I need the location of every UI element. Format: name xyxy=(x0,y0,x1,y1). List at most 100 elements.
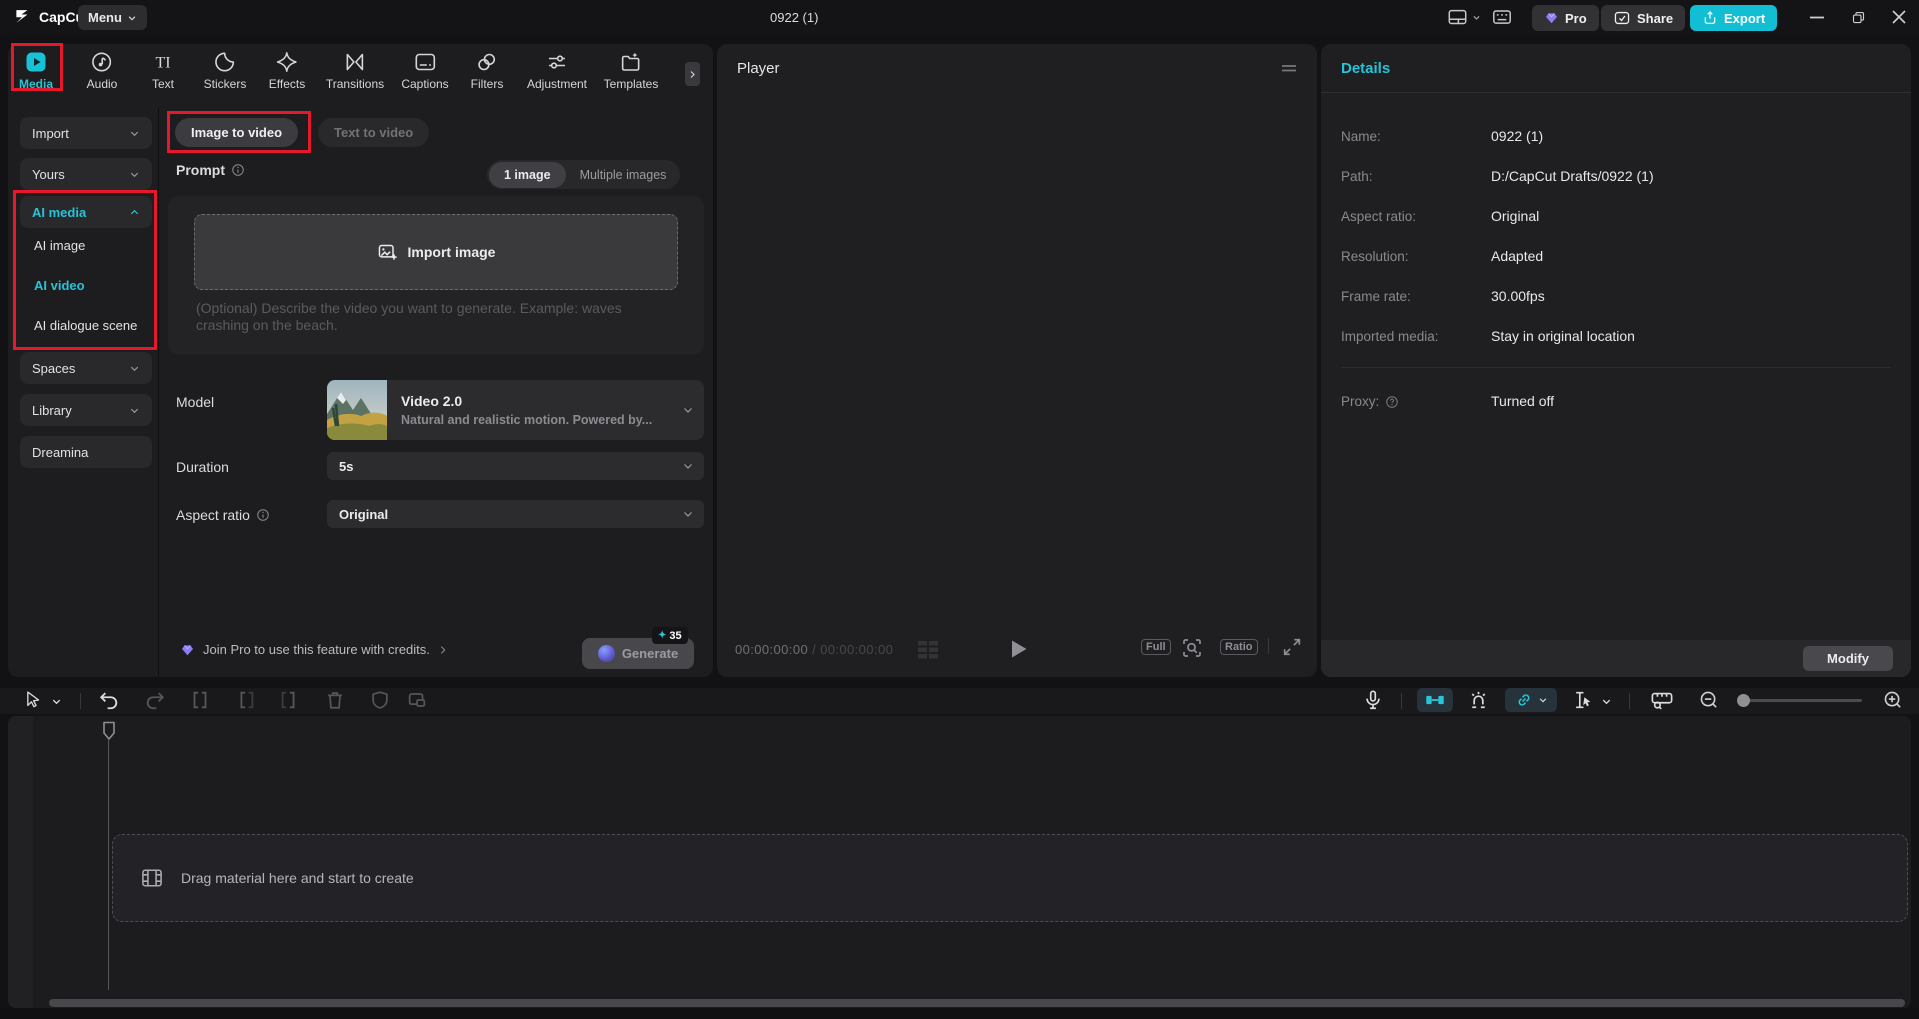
delete-icon[interactable] xyxy=(324,689,346,711)
info-icon xyxy=(231,163,245,177)
chevron-down-icon xyxy=(682,508,694,520)
model-thumbnail xyxy=(327,380,387,440)
effects-icon xyxy=(275,50,299,74)
export-icon xyxy=(1702,10,1718,26)
timeline-horizontal-scrollbar[interactable] xyxy=(49,999,1905,1007)
duration-select[interactable]: 5s xyxy=(327,452,704,480)
model-description: Natural and realistic motion. Powered by… xyxy=(401,413,666,427)
pro-badge[interactable]: Pro xyxy=(1532,5,1599,31)
aspect-ratio-select[interactable]: Original xyxy=(327,500,704,528)
magnetic-snap-toggle[interactable] xyxy=(1417,688,1453,712)
undo-icon[interactable] xyxy=(98,689,120,711)
ratio-toggle[interactable]: Ratio xyxy=(1220,639,1258,655)
split-icon[interactable] xyxy=(189,689,211,711)
sidebar-item-dreamina[interactable]: Dreamina xyxy=(20,436,152,468)
tab-stickers[interactable]: Stickers xyxy=(204,50,247,91)
tab-adjustment[interactable]: Adjustment xyxy=(527,50,587,91)
overlay-icon[interactable] xyxy=(406,689,428,711)
zoom-out-icon[interactable] xyxy=(1698,689,1720,711)
auto-snap-icon[interactable] xyxy=(1467,689,1490,712)
highlight-box-media-tab xyxy=(11,43,63,91)
svg-text:TI: TI xyxy=(155,55,170,72)
trim-right-icon[interactable] xyxy=(278,689,300,711)
credits-badge: ✦ 35 xyxy=(652,627,688,644)
cursor-track-icon[interactable] xyxy=(1572,689,1594,711)
close-button[interactable] xyxy=(1892,10,1906,24)
full-screen-toggle[interactable]: Full xyxy=(1141,639,1171,655)
sidebar-divider xyxy=(158,108,159,676)
zoom-preview-icon[interactable] xyxy=(1180,636,1204,660)
sidebar-item-library[interactable]: Library xyxy=(20,394,152,426)
mask-icon[interactable] xyxy=(369,689,391,711)
menu-button[interactable]: Menu xyxy=(78,5,147,30)
export-button[interactable]: Export xyxy=(1690,5,1777,31)
chevron-right-icon xyxy=(688,70,697,79)
timeline-zoom-slider-handle[interactable] xyxy=(1737,694,1750,707)
model-name: Video 2.0 xyxy=(401,393,666,409)
import-image-dropzone[interactable]: Import image xyxy=(194,214,678,290)
tab-text[interactable]: TI Text xyxy=(151,50,175,91)
tab-captions[interactable]: Captions xyxy=(401,50,448,91)
segment-one-image[interactable]: 1 image xyxy=(489,162,566,188)
filters-icon xyxy=(475,50,499,74)
text-to-video-tab[interactable]: Text to video xyxy=(318,118,429,147)
timeline-area[interactable]: Drag material here and start to create xyxy=(8,716,1911,1008)
details-header-divider xyxy=(1321,92,1911,93)
toolbar-divider xyxy=(1629,693,1630,709)
tab-effects[interactable]: Effects xyxy=(269,50,305,91)
help-icon[interactable] xyxy=(1385,395,1399,409)
duration-label: Duration xyxy=(176,459,229,475)
record-voiceover-icon[interactable] xyxy=(1362,689,1384,711)
chevron-down-icon xyxy=(682,404,694,416)
layout-icon[interactable] xyxy=(1447,8,1468,27)
timeline-zoom-slider[interactable] xyxy=(1740,699,1862,702)
sidebar-item-yours[interactable]: Yours xyxy=(20,158,152,190)
chevron-down-icon xyxy=(129,169,140,180)
templates-icon xyxy=(619,50,643,74)
segment-multiple-images[interactable]: Multiple images xyxy=(566,168,681,182)
cursor-track-chevron-icon[interactable] xyxy=(1601,696,1612,707)
share-button[interactable]: Share xyxy=(1601,5,1685,31)
timeline-toolbar xyxy=(0,688,1919,714)
sidebar-item-spaces[interactable]: Spaces xyxy=(20,352,152,384)
select-tool-icon[interactable] xyxy=(22,689,42,711)
select-tool-chevron-icon[interactable] xyxy=(51,696,62,707)
prompt-placeholder[interactable]: (Optional) Describe the video you want t… xyxy=(196,300,678,334)
tab-filters[interactable]: Filters xyxy=(471,50,504,91)
adjustment-icon xyxy=(545,50,569,74)
sidebar-item-import[interactable]: Import xyxy=(20,117,152,149)
link-icon xyxy=(1514,690,1534,710)
text-icon: TI xyxy=(151,50,175,74)
join-pro-banner[interactable]: Join Pro to use this feature with credit… xyxy=(180,642,448,657)
details-title: Details xyxy=(1341,60,1390,77)
highlight-box-image-to-video xyxy=(167,111,311,153)
redo-icon[interactable] xyxy=(144,689,166,711)
chevron-down-icon xyxy=(129,128,140,139)
toolbar-divider xyxy=(80,693,81,709)
trim-left-icon[interactable] xyxy=(235,689,257,711)
layout-chevron-icon[interactable] xyxy=(1472,13,1481,22)
tab-scroll-next-button[interactable] xyxy=(685,62,700,86)
tab-templates[interactable]: Templates xyxy=(604,50,659,91)
aspect-ratio-label: Aspect ratio xyxy=(176,507,270,523)
tab-transitions[interactable]: Transitions xyxy=(326,50,384,91)
frame-preview-icon[interactable] xyxy=(917,640,941,660)
tab-audio[interactable]: Audio xyxy=(87,50,118,91)
timeline-dropzone[interactable]: Drag material here and start to create xyxy=(112,834,1908,922)
model-select[interactable]: Video 2.0 Natural and realistic motion. … xyxy=(327,380,704,440)
expand-player-icon[interactable] xyxy=(1281,636,1303,658)
modify-button[interactable]: Modify xyxy=(1803,646,1893,671)
restore-button[interactable] xyxy=(1851,10,1866,25)
playhead[interactable] xyxy=(102,721,116,741)
details-panel: Details Name: 0922 (1) Path: D:/CapCut D… xyxy=(1321,44,1911,677)
player-menu-icon[interactable] xyxy=(1281,64,1297,76)
chevron-down-icon xyxy=(129,405,140,416)
shortcut-keyboard-icon[interactable] xyxy=(1491,8,1513,27)
link-clips-toggle[interactable] xyxy=(1505,688,1557,712)
zoom-in-icon[interactable] xyxy=(1882,689,1904,711)
player-timecode: 00:00:00:00 / 00:00:00:00 xyxy=(735,642,893,657)
sticker-icon xyxy=(213,50,237,74)
minimize-button[interactable] xyxy=(1810,16,1824,19)
timeline-zoom-fit-icon[interactable] xyxy=(1650,689,1674,711)
play-button[interactable] xyxy=(1010,639,1028,659)
